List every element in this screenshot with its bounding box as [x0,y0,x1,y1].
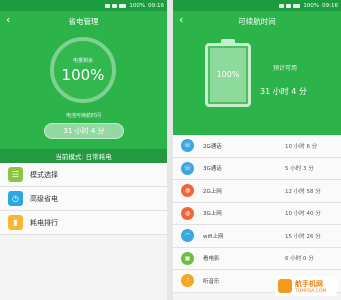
status-time: 09:16 [322,2,338,9]
menu-item-label: 模式选择 [30,170,58,179]
watermark-line2: TOMPDA.COM [295,288,327,294]
status-bar: 100% 09:16 [173,0,341,11]
title-bar: ‹ 省电管理 [0,11,167,31]
status-time: 09:16 [148,2,164,9]
battery-gauge: 电量剩余 100% [50,37,116,103]
phone-icon: ☏ [181,161,194,175]
page-title: 可续航时间 [238,16,276,26]
list-item: ▣ 看电影 6 小时 0 分 [173,247,341,270]
gauge-caption: 电量剩余 [72,57,93,64]
usage-label: wifi上网 [203,233,224,240]
menu-list: ☰ 模式选择 ◷ 高级省电 ▮ 耗电排行 [0,163,167,235]
usage-label: 2G通话 [203,143,222,150]
usage-label: 3G上网 [203,211,222,218]
usage-value: 15 小时 26 分 [285,233,321,240]
status-battery: 100% [303,2,320,9]
usage-value: 10 小时 6 分 [285,143,318,150]
menu-item-usage-ranking[interactable]: ▮ 耗电排行 [0,211,167,235]
list-item: ◍ 3G上网 10 小时 40 分 [173,202,341,225]
battery-percent: 100% [216,70,240,79]
status-icons [279,3,301,8]
list-item: ☏ 3G通话 5 小时 3 分 [173,157,341,180]
wifi-icon: ◠ [181,229,194,243]
phone-icon: ☏ [181,139,194,153]
wifi-icon [105,3,111,8]
music-icon: ♪ [181,274,194,288]
left-screen: 100% 09:16 ‹ 省电管理 电量剩余 100% 电池可续航时间 31 小… [0,0,167,300]
menu-item-label: 高级省电 [30,194,58,203]
watermark-line1: 航手机网 [295,279,323,288]
list-item: ◠ wifi上网 15 小时 26 分 [173,225,341,248]
globe-icon: ◍ [181,184,194,198]
available-caption: 预计可用 [273,65,298,72]
usage-value: 6 小时 0 分 [285,256,314,263]
usage-label: 看电影 [203,256,220,263]
back-icon[interactable]: ‹ [6,14,10,26]
menu-item-mode-select[interactable]: ☰ 模式选择 [0,163,167,187]
list-item: ◍ 2G上网 12 小时 58 分 [173,180,341,203]
battery-terminal [221,39,235,44]
page-title: 省电管理 [68,16,99,26]
usage-label: 听音乐 [203,278,220,285]
battery-estimate: 100% 预计可用 31 小时 4 分 [173,31,341,135]
battery-illustration: 100% [205,39,251,107]
status-battery: 100% [129,2,146,9]
usage-value: 10 小时 40 分 [285,211,321,218]
status-icons [105,3,127,8]
back-icon[interactable]: ‹ [179,14,183,26]
watermark: 航手机网 TOMPDA.COM [275,276,337,296]
battery-icon [293,3,301,8]
usage-value: 12 小时 58 分 [285,188,321,195]
remaining-caption: 电池可续航时间 [65,113,101,119]
usage-value: 5 小时 3 分 [285,166,314,173]
battery-summary: 电量剩余 100% 电池可续航时间 31 小时 4 分 [0,31,167,149]
menu-item-label: 耗电排行 [30,218,58,227]
right-screen: 100% 09:16 ‹ 可续航时间 100% 预计可用 31 小时 4 分 ☏… [173,0,341,300]
usage-list: ☏ 2G通话 10 小时 6 分 ☏ 3G通话 5 小时 3 分 ◍ 2G上网 … [173,135,341,293]
usage-label: 2G上网 [203,188,222,195]
gauge-percent: 100% [61,65,105,84]
globe-icon: ◍ [181,206,194,220]
usage-label: 3G通话 [203,166,222,173]
list-icon: ☰ [8,167,23,182]
bar-chart-icon: ▮ [8,215,23,230]
signal-icon [112,3,118,8]
film-icon: ▣ [181,251,194,265]
watermark-logo-icon [278,279,292,293]
title-bar: ‹ 可续航时间 [173,11,341,31]
current-mode-bar: 当前模式: 日常耗电 [0,149,167,163]
battery-icon [119,3,127,8]
menu-item-advanced-saving[interactable]: ◷ 高级省电 [0,187,167,211]
status-bar: 100% 09:16 [0,0,167,11]
list-item: ☏ 2G通话 10 小时 6 分 [173,135,341,158]
clock-icon: ◷ [8,191,23,206]
wifi-icon [279,3,285,8]
remaining-time-button[interactable]: 31 小时 4 分 [44,123,124,139]
signal-icon [286,3,292,8]
available-value: 31 小时 4 分 [260,87,307,96]
